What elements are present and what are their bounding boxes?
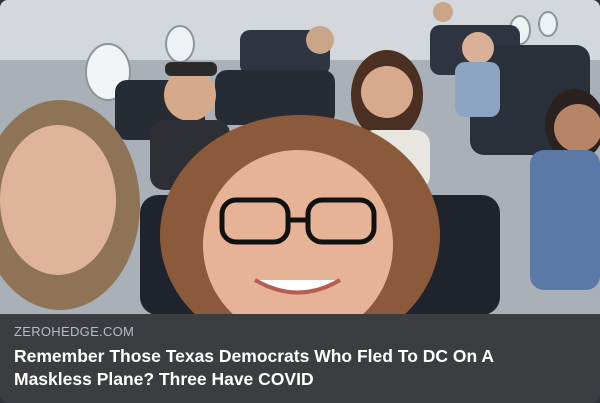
article-headline[interactable]: Remember Those Texas Democrats Who Fled … [14,345,574,391]
source-domain[interactable]: ZEROHEDGE.COM [14,324,586,339]
article-photo[interactable] [0,0,600,314]
plane-cabin-illustration [0,0,600,314]
news-card[interactable]: ZEROHEDGE.COM Remember Those Texas Democ… [0,0,600,403]
article-caption: ZEROHEDGE.COM Remember Those Texas Democ… [0,314,600,403]
